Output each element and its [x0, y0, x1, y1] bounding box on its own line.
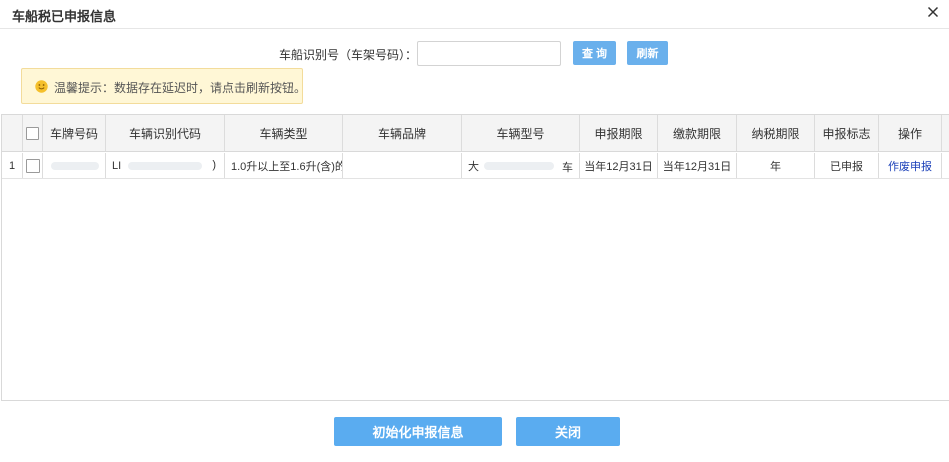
dialog-titlebar: 车船税已申报信息	[0, 0, 949, 29]
void-declaration-link[interactable]: 作废申报	[888, 158, 932, 174]
close-button[interactable]: 关闭	[516, 417, 620, 446]
smile-icon	[35, 80, 48, 93]
tip-banner: 温馨提示：数据存在延迟时，请点击刷新按钮。	[21, 68, 307, 104]
col-header-tax-period[interactable]: 纳税期限	[737, 115, 815, 151]
row-select-cell	[23, 153, 43, 178]
cell-plate	[43, 153, 106, 178]
cell-vin: LI )	[106, 153, 225, 178]
table-row[interactable]: 1 LI ) 1.0升以上至1.6升(含)的乘用 大 车 当年12月31日 当年…	[2, 153, 949, 179]
cell-declare-deadline: 当年12月31日	[580, 153, 658, 178]
declared-info-table: 车牌号码 车辆识别代码 车辆类型 车辆品牌 车辆型号 申报期限 缴款期限 纳税期…	[1, 114, 949, 401]
col-header-action: 操作	[879, 115, 942, 151]
masked-text	[484, 162, 554, 170]
col-header-type[interactable]: 车辆类型	[225, 115, 343, 151]
masked-text	[51, 162, 99, 170]
cell-tax-period: 年	[737, 153, 815, 178]
init-declaration-button[interactable]: 初始化申报信息	[334, 417, 502, 446]
vin-search-input[interactable]	[417, 41, 561, 66]
search-bar: 车船识别号（车架号码）： 查 询 刷新	[0, 40, 949, 66]
cell-action: 作废申报	[879, 153, 942, 178]
select-all-cell	[23, 115, 43, 151]
tip-text: 温馨提示：数据存在延迟时，请点击刷新按钮。	[54, 81, 307, 95]
cell-model-tail: 车	[562, 162, 573, 174]
row-checkbox[interactable]	[25, 158, 40, 173]
row-number: 1	[2, 153, 23, 178]
col-header-declare-flag[interactable]: 申报标志	[815, 115, 879, 151]
cell-model-text: 大	[468, 160, 479, 173]
masked-text	[128, 162, 202, 170]
table-header: 车牌号码 车辆识别代码 车辆类型 车辆品牌 车辆型号 申报期限 缴款期限 纳税期…	[2, 115, 949, 152]
cell-vin-tail: )	[212, 159, 216, 171]
col-header-model[interactable]: 车辆型号	[462, 115, 580, 151]
cell-type: 1.0升以上至1.6升(含)的乘用	[225, 153, 343, 178]
cell-payment-deadline: 当年12月31日	[658, 153, 737, 178]
col-header-declare-deadline[interactable]: 申报期限	[580, 115, 658, 151]
refresh-button[interactable]: 刷新	[627, 41, 668, 65]
cell-vin-text: LI	[112, 159, 122, 172]
row-number-header	[2, 115, 23, 151]
cell-model: 大 车	[462, 153, 580, 178]
vin-search-label: 车船识别号（车架号码）：	[279, 48, 418, 62]
select-all-checkbox[interactable]	[26, 126, 39, 140]
col-header-payment-deadline[interactable]: 缴款期限	[658, 115, 737, 151]
col-header-brand[interactable]: 车辆品牌	[343, 115, 462, 151]
close-icon[interactable]	[925, 4, 941, 20]
dialog-title: 车船税已申报信息	[12, 9, 117, 24]
cell-declare-flag: 已申报	[815, 153, 879, 178]
col-header-vin[interactable]: 车辆识别代码	[106, 115, 225, 151]
col-header-plate[interactable]: 车牌号码	[43, 115, 106, 151]
query-button[interactable]: 查 询	[573, 41, 616, 65]
cell-brand	[343, 153, 462, 178]
